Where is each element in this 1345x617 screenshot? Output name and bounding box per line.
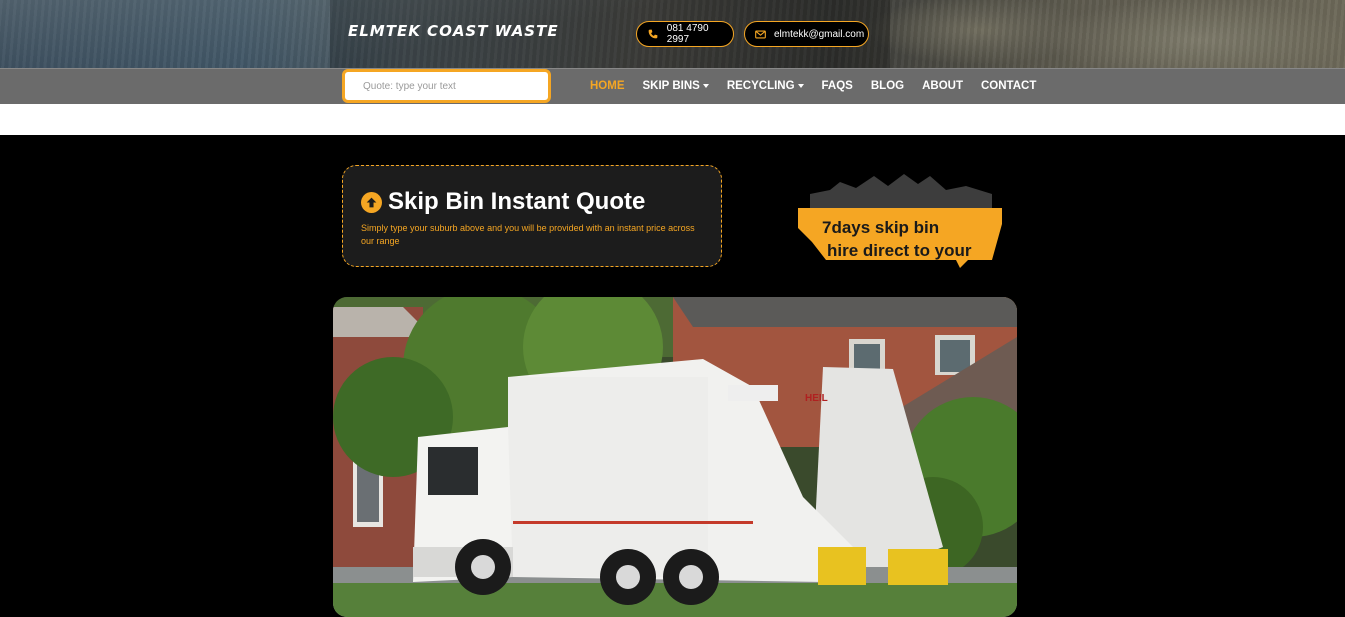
nav-item-blog[interactable]: BLOG — [871, 80, 904, 92]
garbage-truck-illustration: HEIL — [333, 297, 1017, 617]
nav-item-contact[interactable]: CONTACT — [981, 80, 1036, 92]
caret-down-icon — [702, 84, 709, 88]
site-logo[interactable]: ELMTEK COAST WASTE — [348, 22, 559, 40]
quote-card-description: Simply type your suburb above and you wi… — [361, 223, 695, 246]
nav-item-label: RECYCLING — [726, 80, 795, 92]
truck-badge: HEIL — [805, 393, 828, 404]
phone-number: 081 4790 2997 — [666, 23, 709, 45]
promo-line-2: hire direct to your — [827, 241, 972, 260]
promo-text: 7days skip bin hire direct to your — [822, 216, 972, 262]
email-address: elmtekk@gmail.com — [774, 28, 865, 40]
arrow-up-circle-icon — [361, 191, 382, 213]
nav-menu: HOME SKIP BINS RECYCLING FAQS BLOG ABOUT… — [590, 68, 1054, 104]
nav-item-label: BLOG — [870, 80, 905, 92]
phone-icon — [647, 27, 659, 41]
nav-item-label: ABOUT — [922, 80, 963, 92]
nav-item-recycling[interactable]: RECYCLING — [727, 80, 804, 92]
nav-item-label: HOME — [590, 80, 625, 92]
promo-line-1: 7days skip bin — [822, 218, 940, 237]
envelope-icon — [755, 27, 766, 41]
instant-quote-card: Skip Bin Instant Quote Simply type your … — [342, 165, 722, 267]
nav-item-faqs[interactable]: FAQS — [822, 80, 853, 92]
nav-item-label: SKIP BINS — [642, 80, 700, 92]
white-divider-strip — [0, 104, 1345, 135]
nav-item-home[interactable]: HOME — [590, 80, 625, 92]
caret-down-icon — [797, 84, 804, 88]
nav-item-label: CONTACT — [980, 80, 1037, 92]
quote-search-input[interactable] — [342, 69, 551, 103]
hero-garbage-truck-image: HEIL — [333, 297, 1017, 617]
promo-ribbon: 7days skip bin hire direct to your — [796, 172, 1006, 270]
phone-contact-button[interactable]: 081 4790 2997 — [636, 21, 734, 47]
email-contact-button[interactable]: elmtekk@gmail.com — [744, 21, 869, 47]
nav-item-label: FAQS — [821, 80, 853, 92]
nav-item-about[interactable]: ABOUT — [922, 80, 963, 92]
nav-item-skip-bins[interactable]: SKIP BINS — [643, 80, 709, 92]
quote-card-title: Skip Bin Instant Quote — [388, 188, 646, 215]
